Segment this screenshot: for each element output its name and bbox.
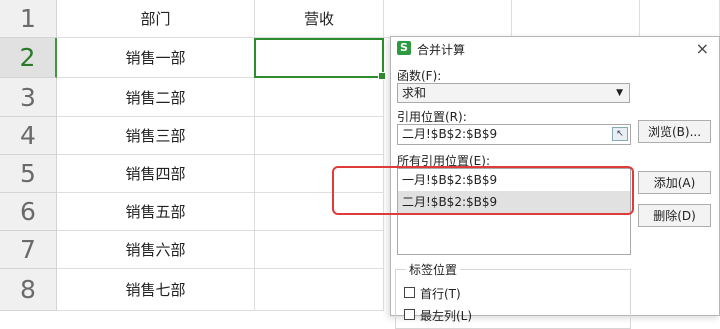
department-cell[interactable]: 销售六部	[57, 231, 255, 269]
all-references-label: 所有引用位置(E):	[397, 154, 490, 168]
range-picker-icon[interactable]: ↖	[612, 127, 628, 141]
row-header-8[interactable]: 8	[0, 269, 57, 311]
department-cell[interactable]: 销售七部	[57, 269, 255, 311]
row-header-4[interactable]: 4	[0, 117, 57, 155]
wps-sheet-icon: S	[397, 41, 411, 55]
cell-empty[interactable]	[640, 0, 720, 38]
department-cell[interactable]: 销售四部	[57, 155, 255, 193]
label-position-group: 标签位置 首行(T) 最左列(L)	[395, 261, 631, 329]
browse-button[interactable]: 浏览(B)...	[638, 120, 711, 143]
cell-empty[interactable]	[384, 0, 512, 38]
dialog-title: 合并计算	[417, 43, 466, 57]
revenue-cell[interactable]	[255, 193, 384, 231]
fill-handle[interactable]	[378, 72, 386, 80]
function-select[interactable]: 求和 ▼	[397, 83, 630, 103]
add-button[interactable]: 添加(A)	[638, 171, 711, 194]
reference-label: 引用位置(R):	[397, 110, 467, 124]
close-icon[interactable]: ×	[696, 39, 709, 58]
header-cell-department[interactable]: 部门	[57, 0, 255, 38]
revenue-cell[interactable]	[255, 155, 384, 193]
row-header-1[interactable]: 1	[0, 0, 57, 38]
reference-list-item-selected[interactable]: 二月!$B$2:$B$9	[398, 191, 630, 213]
row-header-7[interactable]: 7	[0, 231, 57, 269]
reference-input-value: 二月!$B$2:$B$9	[402, 127, 498, 141]
row-header-3[interactable]: 3	[0, 78, 57, 117]
left-column-label[interactable]: 最左列(L)	[420, 307, 472, 324]
reference-list-item[interactable]: 一月!$B$2:$B$9	[398, 169, 630, 191]
all-references-list[interactable]: 一月!$B$2:$B$9 二月!$B$2:$B$9	[397, 168, 631, 255]
revenue-cell[interactable]	[255, 231, 384, 269]
revenue-cell[interactable]	[255, 269, 384, 311]
row-header-5[interactable]: 5	[0, 155, 57, 193]
active-cell-selection[interactable]	[254, 38, 386, 80]
delete-button[interactable]: 删除(D)	[638, 204, 711, 227]
revenue-cell[interactable]	[255, 78, 384, 117]
reference-input[interactable]: 二月!$B$2:$B$9 ↖	[397, 124, 631, 145]
chevron-down-icon[interactable]: ▼	[616, 84, 623, 102]
consolidate-dialog: S 合并计算 × 函数(F): 求和 ▼ 引用位置(R): 二月!$B$2:$B…	[390, 36, 720, 329]
cell-empty[interactable]	[512, 0, 640, 38]
dialog-titlebar[interactable]: S 合并计算 ×	[391, 37, 719, 61]
row-header-2[interactable]: 2	[0, 38, 57, 78]
label-position-title: 标签位置	[406, 261, 461, 278]
department-cell[interactable]: 销售一部	[57, 38, 255, 78]
department-cell[interactable]: 销售五部	[57, 193, 255, 231]
department-cell[interactable]: 销售三部	[57, 117, 255, 155]
department-cell[interactable]: 销售二部	[57, 78, 255, 117]
row-header-6[interactable]: 6	[0, 193, 57, 231]
function-select-value: 求和	[402, 86, 427, 100]
revenue-cell[interactable]	[255, 117, 384, 155]
header-cell-revenue[interactable]: 营收	[255, 0, 384, 38]
function-label: 函数(F):	[397, 69, 442, 83]
first-row-checkbox[interactable]	[404, 287, 415, 298]
first-row-label[interactable]: 首行(T)	[420, 285, 461, 302]
